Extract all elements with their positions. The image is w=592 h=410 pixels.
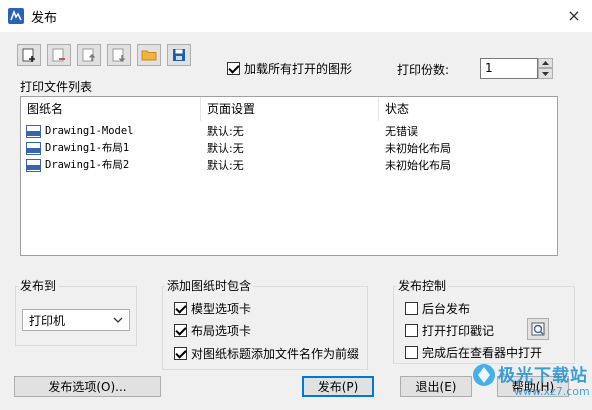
include-layout-label: 布局选项卡 <box>191 324 252 338</box>
row-sheet-name: Drawing1-Model <box>45 125 134 137</box>
publish-control-label: 发布控制 <box>396 277 449 294</box>
title-bar <box>0 0 592 32</box>
copies-down-button[interactable] <box>538 68 553 79</box>
background-publish-checkbox[interactable] <box>405 302 418 315</box>
copies-label: 打印份数: <box>397 63 450 77</box>
close-button[interactable]: × <box>556 0 592 30</box>
include-label: 添加图纸时包含 <box>165 277 254 294</box>
site-watermark: 极光下载站 www.xz7.com <box>468 355 592 407</box>
row-status: 未初始化布局 <box>385 159 451 172</box>
exit-button[interactable]: 退出(E) <box>400 376 472 397</box>
row-page-setup: 默认:无 <box>207 142 244 155</box>
background-publish-option[interactable]: 后台发布 <box>405 300 470 317</box>
include-layout-checkbox[interactable] <box>174 324 187 337</box>
open-folder-button[interactable] <box>137 44 161 66</box>
chevron-down-icon <box>113 313 123 330</box>
save-button[interactable] <box>167 44 191 66</box>
open-folder-icon <box>141 47 157 63</box>
plot-stamp-checkbox[interactable] <box>405 324 418 337</box>
add-sheets-button[interactable] <box>17 44 41 66</box>
include-model-checkbox[interactable] <box>174 302 187 315</box>
include-layout-option[interactable]: 布局选项卡 <box>174 322 251 339</box>
include-prefix-label: 对图纸标题添加文件名作为前缀 <box>191 347 360 361</box>
list-row[interactable]: Drawing1-布局2 默认:无 未初始化布局 <box>23 157 555 174</box>
arrow-down-icon <box>542 71 549 76</box>
include-model-option[interactable]: 模型选项卡 <box>174 300 251 317</box>
close-icon: × <box>567 5 581 25</box>
watermark-title: 极光下载站 <box>498 366 588 386</box>
publish-to-select[interactable]: 打印机 <box>22 309 130 331</box>
publish-to-label: 发布到 <box>18 277 59 294</box>
save-icon <box>171 47 187 63</box>
move-up-icon <box>81 47 97 63</box>
row-sheet-name: Drawing1-布局1 <box>45 142 130 154</box>
row-status: 无错误 <box>385 125 418 138</box>
row-sheet-name: Drawing1-布局2 <box>45 159 130 171</box>
move-up-button[interactable] <box>77 44 101 66</box>
dwg-file-icon <box>26 159 41 172</box>
file-list[interactable]: 图纸名 页面设置 状态 Drawing1-Model 默认:无 无错误 Draw… <box>20 96 558 256</box>
row-page-setup: 默认:无 <box>207 159 244 172</box>
include-prefix-checkbox[interactable] <box>174 347 187 360</box>
background-publish-label: 后台发布 <box>422 302 471 316</box>
row-status: 未初始化布局 <box>385 142 451 155</box>
list-section-label: 打印文件列表 <box>20 80 93 94</box>
remove-sheets-button[interactable] <box>47 44 71 66</box>
stamp-settings-icon <box>530 321 546 337</box>
copies-up-button[interactable] <box>538 58 553 68</box>
copies-input[interactable]: 1 <box>480 58 538 79</box>
list-row[interactable]: Drawing1-布局1 默认:无 未初始化布局 <box>23 140 555 157</box>
column-status[interactable]: 状态 <box>379 97 557 121</box>
column-page-setup[interactable]: 页面设置 <box>201 97 379 121</box>
load-all-label: 加载所有打开的图形 <box>244 62 353 76</box>
plot-stamp-option[interactable]: 打开打印戳记 <box>405 322 494 339</box>
window-title: 发布 <box>31 11 58 26</box>
column-sheet-name[interactable]: 图纸名 <box>21 97 201 121</box>
publish-options-button[interactable]: 发布选项(O)... <box>14 376 161 397</box>
move-down-button[interactable] <box>107 44 131 66</box>
publish-to-value: 打印机 <box>29 313 66 328</box>
load-all-option[interactable]: 加载所有打开的图形 <box>227 60 352 77</box>
open-in-viewer-checkbox[interactable] <box>405 346 418 359</box>
watermark-url: www.xz7.com <box>514 385 590 398</box>
plot-stamp-label: 打开打印戳记 <box>422 324 495 338</box>
row-page-setup: 默认:无 <box>207 125 244 138</box>
include-model-label: 模型选项卡 <box>191 302 252 316</box>
dwg-file-icon <box>26 125 41 138</box>
remove-sheets-icon <box>51 47 67 63</box>
move-down-icon <box>111 47 127 63</box>
add-sheets-icon <box>21 47 37 63</box>
dwg-file-icon <box>26 142 41 155</box>
list-row[interactable]: Drawing1-Model 默认:无 无错误 <box>23 123 555 140</box>
app-icon <box>8 8 24 24</box>
load-all-checkbox[interactable] <box>227 62 240 75</box>
publish-button[interactable]: 发布(P) <box>302 376 374 397</box>
include-prefix-option[interactable]: 对图纸标题添加文件名作为前缀 <box>174 345 359 362</box>
plot-stamp-settings-button[interactable] <box>527 318 549 340</box>
arrow-up-icon <box>542 61 549 65</box>
